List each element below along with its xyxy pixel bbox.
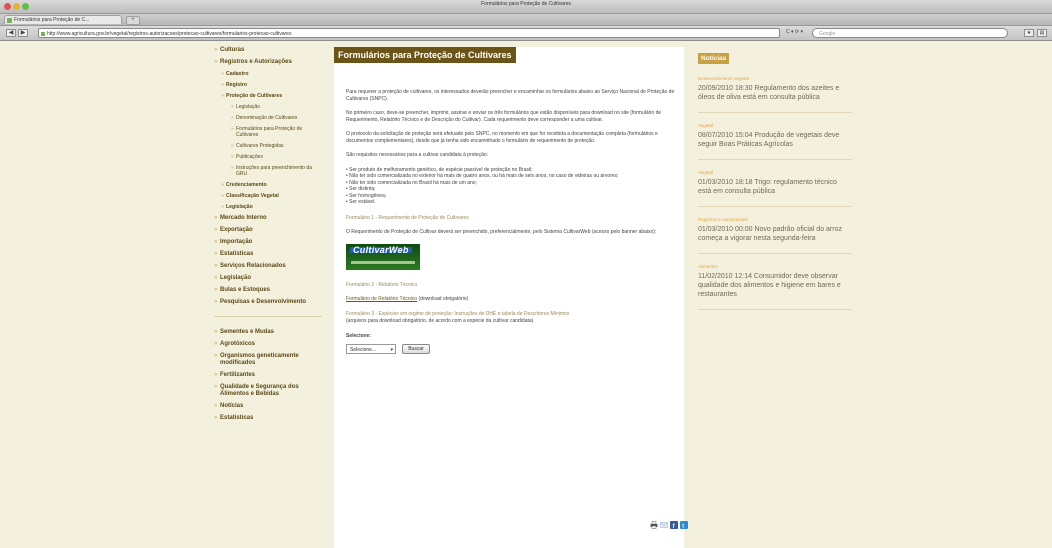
nav-item-legislacao[interactable]: » Legislação: [214, 275, 322, 282]
nav-sub3-legislacao[interactable]: » Legislação: [231, 104, 322, 110]
nav-item-estatisticas-2[interactable]: » Estatísticas: [214, 415, 322, 422]
nav-item-registros[interactable]: » Registros e Autorizações: [214, 59, 322, 66]
list-item: • Ser estável.: [346, 199, 376, 205]
form2-download-link[interactable]: Formulário de Relatório Técnico: [346, 296, 417, 302]
nav-item-fertilizantes[interactable]: » Fertilizantes: [214, 372, 322, 379]
main-content: Formulários para Proteção de Cultivares …: [334, 47, 688, 548]
forward-button[interactable]: ▶: [18, 29, 28, 37]
cultivarweb-logo-strip: [351, 260, 415, 264]
svg-text:t: t: [682, 524, 684, 530]
news-headline[interactable]: 20/09/2010 18:30 Regulamento dos azeites…: [698, 84, 852, 102]
menu-button[interactable]: ▤: [1037, 29, 1047, 37]
nav-sub3-gru[interactable]: » Instruções para preenchimento da GRU: [231, 165, 322, 177]
search-input[interactable]: Google: [812, 28, 1008, 38]
news-category: Alimentos: [698, 264, 718, 269]
nav-sub-classificacao[interactable]: » Classificação Vegetal: [221, 193, 322, 199]
back-button[interactable]: ◀: [6, 29, 16, 37]
select-label: Selecione:: [346, 332, 372, 339]
tab-bar: Formulários para Proteção de C... +: [0, 14, 1052, 26]
nav-sub-protecao[interactable]: » Proteção de Cultivares: [221, 93, 322, 99]
nav-item-culturas[interactable]: » Culturas: [214, 47, 322, 54]
news-item[interactable]: Desenvolvimento Vegetal 20/09/2010 18:30…: [698, 76, 852, 113]
address-bar-url: http://www.agricultura.gov.br/vegetal/re…: [47, 31, 292, 37]
nav-item-noticias[interactable]: » Notícias: [214, 403, 322, 410]
nav-sub3-publicacoes[interactable]: » Publicações: [231, 154, 322, 160]
nav-item-estatisticas[interactable]: » Estatísticas: [214, 251, 322, 258]
new-tab-button[interactable]: +: [126, 16, 140, 25]
nav-item-bulas[interactable]: » Bulas e Estoques: [214, 287, 322, 294]
search-button[interactable]: Buscar: [402, 344, 430, 354]
news-headline[interactable]: 11/02/2010 12:14 Consumidor deve observa…: [698, 272, 852, 299]
nav-item-sementes[interactable]: » Sementes e Mudas: [214, 329, 322, 336]
facebook-icon[interactable]: f: [670, 516, 678, 530]
news-item[interactable]: Vegetal 08/07/2010 15:04 Produção de veg…: [698, 123, 852, 160]
news-category: Vegetal: [698, 170, 714, 175]
news-item[interactable]: Alimentos 11/02/2010 12:14 Consumidor de…: [698, 264, 852, 310]
form2-heading: Formulário 2 - Relatório Técnico: [346, 281, 418, 288]
site-favicon-icon: [7, 18, 12, 23]
news-headline[interactable]: 01/03/2010 18:18 Trigo: regulamento técn…: [698, 178, 852, 196]
protocol-paragraph: O protocolo da solicitação de proteção s…: [346, 131, 658, 144]
news-heading: Notícias: [698, 53, 730, 64]
news-item[interactable]: Registros e Autorizações 01/03/2010 00:0…: [698, 217, 852, 254]
nav-sub-credenciamento[interactable]: » Credenciamento: [221, 182, 322, 188]
form2-line: Formulário de Relatório Técnico (downloa…: [346, 296, 676, 303]
nav-divider: [214, 316, 322, 317]
nav-sub-cadastro[interactable]: » Cadastro: [221, 71, 322, 77]
news-category: Desenvolvimento Vegetal: [698, 76, 749, 81]
news-item[interactable]: Vegetal 01/03/2010 18:18 Trigo: regulame…: [698, 170, 852, 207]
nav-item-mercado-interno[interactable]: » Mercado Interno: [214, 215, 322, 222]
chevron-down-icon: ▾: [390, 347, 393, 353]
window-titlebar: Formulários para Proteção de Cultivares: [0, 0, 1052, 14]
nav-item-importacao[interactable]: » Importação: [214, 239, 322, 246]
news-sidebar: Notícias Desenvolvimento Vegetal 20/09/2…: [698, 47, 852, 320]
site-favicon-icon: [41, 32, 45, 36]
nav-sub-registro[interactable]: » Registro: [221, 82, 322, 88]
requirements-intro: São requisitos necessários para a cultiv…: [346, 152, 489, 158]
news-category: Vegetal: [698, 123, 714, 128]
nav-sub3-cultivares-protegidas[interactable]: » Cultivares Protegidas: [231, 143, 322, 149]
bookmark-button[interactable]: ★: [1024, 29, 1034, 37]
tab-title: Formulários para Proteção de C...: [14, 17, 90, 23]
form3-text: (arquivos para download obrigatório, de …: [346, 318, 534, 324]
address-bar[interactable]: http://www.agricultura.gov.br/vegetal/re…: [38, 28, 780, 38]
email-icon[interactable]: [660, 516, 668, 528]
form2-suffix: (download obrigatório): [417, 296, 469, 302]
species-select[interactable]: Selecione... ▾: [346, 344, 396, 354]
nav-item-agrotoxicos[interactable]: » Agrotóxicos: [214, 341, 322, 348]
browser-toolbar: ◀ ▶ http://www.agricultura.gov.br/vegeta…: [0, 26, 1052, 41]
nav-sub-legislacao[interactable]: » Legislação: [221, 204, 322, 210]
page-title: Formulários para Proteção de Cultivares: [334, 47, 516, 63]
nav-item-pesquisas[interactable]: » Pesquisas e Desenvolvimento: [214, 299, 322, 306]
news-headline[interactable]: 01/03/2010 00:00 Novo padrão oficial do …: [698, 225, 852, 243]
twitter-icon[interactable]: t: [680, 516, 688, 530]
news-category: Registros e Autorizações: [698, 217, 748, 222]
species-select-value: Selecione...: [350, 347, 377, 353]
nav-sub3-denominacao[interactable]: » Denominação de Cultivares: [231, 115, 322, 121]
print-icon[interactable]: [650, 516, 658, 529]
nav-item-servicos[interactable]: » Serviços Relacionados: [214, 263, 322, 270]
news-headline[interactable]: 08/07/2010 15:04 Produção de vegetais de…: [698, 131, 852, 149]
form3-heading: Formulário 3 - Espécies em regime de pro…: [346, 310, 570, 317]
requirements-list: • Ser produto de melhoramento genético, …: [346, 167, 676, 206]
browser-tab-active[interactable]: Formulários para Proteção de C...: [4, 15, 122, 24]
window-title: Formulários para Proteção de Cultivares: [481, 1, 571, 7]
cultivarweb-banner[interactable]: CultivarWeb: [346, 243, 420, 270]
form1-text: O Requerimento de Proteção de Cultivar d…: [346, 229, 657, 235]
nav-item-ogm[interactable]: » Organismos geneticamente modificados: [214, 353, 322, 367]
left-navigation: » Culturas » Registros e Autorizações » Cad…: [214, 47, 322, 427]
select-row: Selecione... ▾ Buscar: [346, 344, 676, 356]
nav-sub3-formularios[interactable]: » Formulários para Proteção de Cultivares: [231, 126, 322, 138]
content-body: Para requerer a proteção de cultivares, …: [346, 89, 676, 356]
forms-paragraph: No primeiro caso, deve-se preencher, imp…: [346, 110, 662, 123]
cultivarweb-logo-text: CultivarWeb: [350, 245, 412, 254]
form1-heading: Formulário 1 - Requerimento de Proteção …: [346, 214, 469, 221]
intro-paragraph: Para requerer a proteção de cultivares, …: [346, 89, 675, 102]
reload-controls[interactable]: C ▾ ⟳ ▾: [786, 29, 803, 35]
nav-item-qualidade[interactable]: » Qualidade e Segurança dos Alimentos e B…: [214, 384, 322, 398]
nav-item-exportacao[interactable]: » Exportação: [214, 227, 322, 234]
